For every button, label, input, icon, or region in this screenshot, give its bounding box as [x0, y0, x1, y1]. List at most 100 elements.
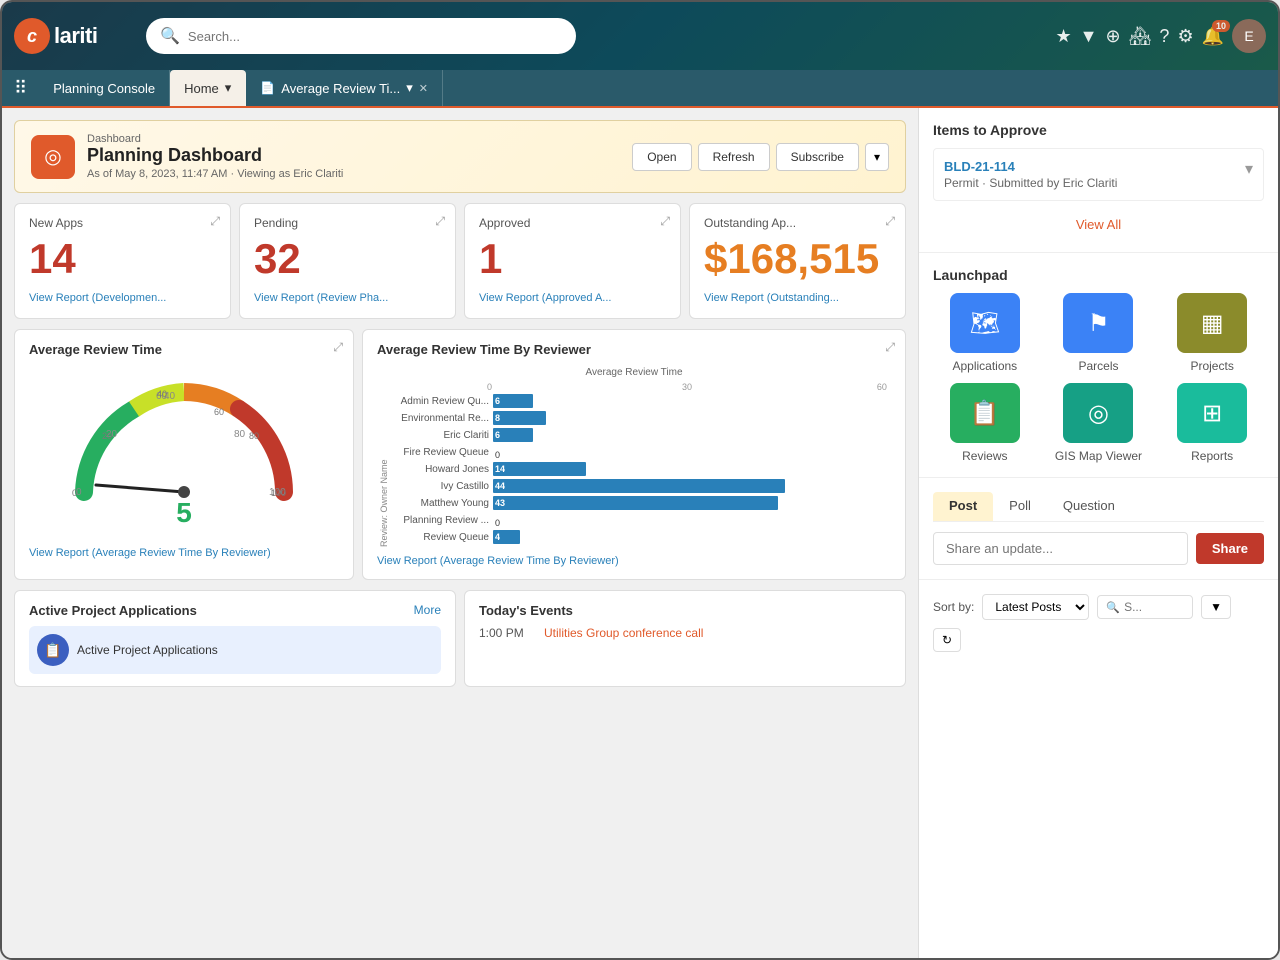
tab-poll[interactable]: Poll	[993, 492, 1047, 521]
tab-close-icon[interactable]: ✕	[419, 82, 428, 95]
launchpad-title: Launchpad	[933, 267, 1264, 283]
launchpad-item-gis-map-viewer[interactable]: ◎ GIS Map Viewer	[1047, 383, 1151, 463]
stat-value-approved: 1	[479, 238, 666, 280]
top-nav: c lariti 🔍 ★ ▼ ⊕ 🏘 ? ⚙ 🔔 E	[2, 2, 1278, 70]
event-title[interactable]: Utilities Group conference call	[544, 626, 703, 640]
bar-fill: 4	[493, 530, 520, 544]
share-button[interactable]: Share	[1196, 533, 1264, 564]
stat-title-outstanding: Outstanding Ap...	[704, 216, 891, 230]
approve-desc: Permit · Submitted by Eric Clariti	[944, 176, 1253, 190]
launchpad-icon-applications: 🗺	[950, 293, 1020, 353]
launchpad-item-reports[interactable]: ⊞ Reports	[1160, 383, 1264, 463]
stat-title-approved: Approved	[479, 216, 666, 230]
approve-chevron-icon[interactable]: ▾	[1245, 159, 1253, 179]
svg-text:20: 20	[102, 431, 112, 441]
tab-home[interactable]: Home ▾	[170, 70, 246, 106]
svg-text:40: 40	[157, 389, 167, 399]
charts-row: Average Review Time ⤢	[14, 329, 906, 580]
refresh-button[interactable]: Refresh	[698, 143, 770, 171]
expand-icon-outstanding[interactable]: ⤢	[885, 214, 895, 229]
settings-icon[interactable]: ⚙	[1177, 26, 1193, 47]
bar-fill: 6	[493, 428, 533, 442]
tab-planning-console[interactable]: Planning Console	[39, 70, 170, 106]
share-update-input[interactable]	[933, 532, 1188, 565]
expand-icon-pending[interactable]: ⤢	[435, 214, 445, 229]
help-icon[interactable]: ?	[1159, 26, 1169, 47]
bar-chart-link[interactable]: View Report (Average Review Time By Revi…	[377, 555, 891, 567]
plus-icon[interactable]: ⊕	[1105, 26, 1120, 47]
bar-label: Ivy Castillo	[389, 481, 489, 492]
gauge-chart-link[interactable]: View Report (Average Review Time By Revi…	[29, 547, 339, 559]
bar-wrap: 4	[493, 530, 891, 544]
bar-fill: 14	[493, 462, 586, 476]
launchpad-item-reviews[interactable]: 📋 Reviews	[933, 383, 1037, 463]
tab-review-label: Average Review Ti...	[281, 81, 400, 96]
events-list: 1:00 PM Utilities Group conference call	[479, 626, 891, 640]
expand-icon-approved[interactable]: ⤢	[660, 214, 670, 229]
community-icon[interactable]: 🏘	[1129, 26, 1152, 47]
tab-post[interactable]: Post	[933, 492, 993, 521]
bar-label: Environmental Re...	[389, 413, 489, 424]
user-avatar[interactable]: E	[1232, 19, 1266, 53]
stat-link-pending[interactable]: View Report (Review Pha...	[254, 292, 388, 304]
sort-search-icon: 🔍	[1106, 601, 1120, 614]
apps-grid-icon[interactable]: ⠿	[2, 70, 39, 106]
view-all-link[interactable]: View All	[933, 211, 1264, 238]
bar-num: 44	[493, 481, 505, 491]
launchpad-item-projects[interactable]: ▦ Projects	[1160, 293, 1264, 373]
search-bar[interactable]: 🔍	[146, 18, 576, 54]
tab-review[interactable]: 📄 Average Review Ti... ▾ ✕	[246, 70, 443, 106]
bar-chart-title: Average Review Time By Reviewer	[377, 342, 891, 357]
bar-wrap: 6	[493, 428, 891, 442]
bar-fill: 6	[493, 394, 533, 408]
sort-search-input[interactable]	[1124, 600, 1184, 614]
expand-icon-new-apps[interactable]: ⤢	[210, 214, 220, 229]
sort-filter-button[interactable]: ▼	[1201, 595, 1231, 619]
tab-dropdown-icon[interactable]: ▾	[225, 80, 232, 96]
gauge-svg: 0 20 40 60 80 100 0 20 40 60	[64, 377, 304, 507]
dropdown-nav-icon[interactable]: ▼	[1080, 26, 1098, 47]
stat-link-new-apps[interactable]: View Report (Developmen...	[29, 292, 166, 304]
approve-id[interactable]: BLD-21-114	[944, 159, 1253, 174]
expand-icon-bar[interactable]: ⤢	[885, 340, 895, 355]
launchpad-item-parcels[interactable]: ⚑ Parcels	[1047, 293, 1151, 373]
dashboard-actions: Open Refresh Subscribe ▾	[632, 143, 889, 171]
open-button[interactable]: Open	[632, 143, 691, 171]
stat-value-outstanding: $168,515	[704, 238, 891, 280]
sort-section: Sort by: Latest Posts Oldest Posts Most …	[919, 580, 1278, 666]
sort-search-box[interactable]: 🔍	[1097, 595, 1193, 619]
dashboard-icon: ◎	[31, 135, 75, 179]
bar-wrap: 8	[493, 411, 891, 425]
more-link[interactable]: More	[414, 603, 441, 617]
notification-icon[interactable]: 🔔	[1202, 26, 1224, 47]
tab-review-dropdown[interactable]: ▾	[406, 80, 413, 96]
subscribe-button[interactable]: Subscribe	[776, 143, 859, 171]
todays-events-card: Today's Events 1:00 PM Utilities Group c…	[464, 590, 906, 687]
gauge-chart-title: Average Review Time	[29, 342, 339, 357]
tab-question[interactable]: Question	[1047, 492, 1131, 521]
star-icon[interactable]: ★	[1056, 26, 1072, 47]
stat-link-outstanding[interactable]: View Report (Outstanding...	[704, 292, 839, 304]
search-input[interactable]	[188, 29, 562, 44]
sort-select[interactable]: Latest Posts Oldest Posts Most Liked	[982, 594, 1089, 620]
launchpad-item-applications[interactable]: 🗺 Applications	[933, 293, 1037, 373]
stat-approved: Approved ⤢ 1 View Report (Approved A...	[464, 203, 681, 319]
bar-num: 4	[493, 532, 500, 542]
svg-text:100: 100	[271, 488, 286, 498]
subscribe-dropdown[interactable]: ▾	[865, 143, 889, 171]
left-panel: ◎ Dashboard Planning Dashboard As of May…	[2, 108, 918, 958]
expand-icon-gauge[interactable]: ⤢	[333, 340, 343, 355]
bar-chart-row: Fire Review Queue 0	[389, 445, 891, 459]
dashboard-header: ◎ Dashboard Planning Dashboard As of May…	[14, 120, 906, 193]
launchpad-section: Launchpad 🗺 Applications ⚑ Parcels ▦ Pro…	[919, 253, 1278, 478]
bar-wrap: 0	[493, 513, 891, 527]
launchpad-icon-parcels: ⚑	[1063, 293, 1133, 353]
bar-wrap: 43	[493, 496, 891, 510]
bar-chart-row: Planning Review ... 0	[389, 513, 891, 527]
bar-chart-row: Environmental Re... 8	[389, 411, 891, 425]
bar-fill: 8	[493, 411, 546, 425]
sort-refresh-button[interactable]: ↻	[933, 628, 961, 652]
bar-num: 6	[493, 396, 500, 406]
stat-link-approved[interactable]: View Report (Approved A...	[479, 292, 611, 304]
stat-outstanding: Outstanding Ap... ⤢ $168,515 View Report…	[689, 203, 906, 319]
